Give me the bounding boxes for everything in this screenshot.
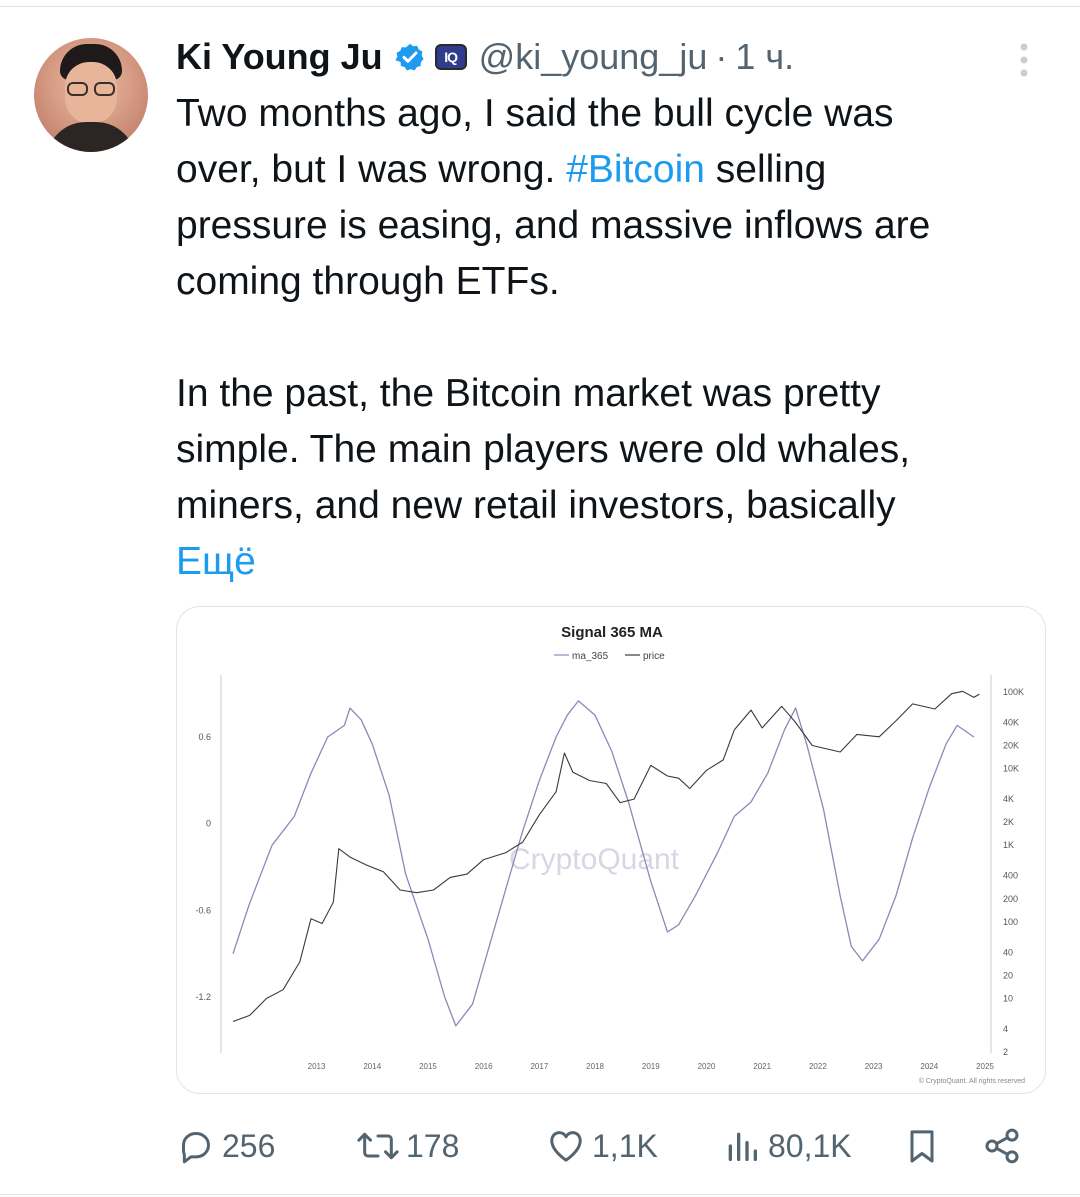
right-tick-label: 200 <box>1003 894 1018 904</box>
right-tick-label: 4K <box>1003 794 1014 804</box>
affiliation-badge-icon[interactable]: IQ <box>434 44 467 70</box>
retweet-icon <box>357 1132 399 1160</box>
tweet-media-chart[interactable]: Signal 365 MA ma_365 price CryptoQuant 2… <box>176 606 1046 1094</box>
tweet-line: over, but I was wrong. #Bitcoin selling <box>176 142 1056 198</box>
author-handle[interactable]: @ki_young_ju <box>479 36 708 78</box>
right-tick-label: 20 <box>1003 970 1013 980</box>
x-tick-label: 2020 <box>698 1062 716 1071</box>
x-tick-label: 2016 <box>475 1062 493 1071</box>
tweet-line-text: selling <box>704 148 827 191</box>
x-tick-label: 2024 <box>920 1062 938 1071</box>
author-name[interactable]: Ki Young Ju <box>176 36 383 78</box>
reply-button[interactable]: 256 <box>176 1120 275 1172</box>
affiliation-badge-label: IQ <box>444 49 458 65</box>
top-divider <box>0 6 1080 7</box>
left-tick-label: -0.6 <box>195 905 211 915</box>
avatar-glasses <box>65 82 117 96</box>
tweet-timestamp[interactable]: 1 ч. <box>735 36 794 78</box>
views-button[interactable]: 80,1K <box>722 1120 852 1172</box>
header-separator: · <box>715 36 728 77</box>
right-tick-label: 40K <box>1003 717 1019 727</box>
reply-count: 256 <box>222 1127 276 1164</box>
x-tick-label: 2018 <box>586 1062 604 1071</box>
bookmark-icon <box>910 1130 934 1163</box>
reply-icon <box>182 1132 210 1164</box>
tweet-line-text: over, but I was wrong. <box>176 148 567 191</box>
x-tick-label: 2013 <box>308 1062 326 1071</box>
show-more-link[interactable]: Ещё <box>176 534 1056 590</box>
x-tick-label: 2021 <box>753 1062 771 1071</box>
like-icon <box>550 1131 582 1162</box>
tweet-line: Two months ago, I said the bull cycle wa… <box>176 92 894 135</box>
right-tick-label: 2K <box>1003 817 1014 827</box>
like-button[interactable]: 1,1K <box>546 1120 658 1172</box>
x-tick-label: 2019 <box>642 1062 660 1071</box>
chart-legend: ma_365 price <box>554 651 665 662</box>
right-tick-label: 100 <box>1003 917 1018 927</box>
share-icon <box>985 1128 1019 1164</box>
like-count: 1,1K <box>592 1127 658 1164</box>
right-tick-label: 4 <box>1003 1024 1008 1034</box>
chart-watermark: CryptoQuant <box>509 843 680 876</box>
tweet-actions-bar: 256 178 1,1K 80,1K <box>176 1120 1036 1172</box>
right-tick-label: 1K <box>1003 840 1014 850</box>
x-tick-label: 2015 <box>419 1062 437 1071</box>
more-options-icon[interactable] <box>1016 42 1032 78</box>
tweet-line: miners, and new retail investors, basica… <box>176 484 896 527</box>
x-tick-label: 2017 <box>530 1062 548 1071</box>
right-tick-label: 2 <box>1003 1047 1008 1057</box>
tweet-line: pressure is easing, and massive inflows … <box>176 204 931 247</box>
right-tick-label: 40 <box>1003 947 1013 957</box>
x-tick-label: 2014 <box>363 1062 381 1071</box>
tweet-line: In the past, the Bitcoin market was pret… <box>176 372 881 415</box>
chart-copyright: © CryptoQuant. All rights reserved <box>919 1077 1025 1085</box>
bottom-divider <box>0 1194 1080 1195</box>
legend-label-ma365: ma_365 <box>572 651 609 662</box>
views-count: 80,1K <box>768 1127 852 1164</box>
left-tick-label: -1.2 <box>195 992 211 1002</box>
avatar[interactable] <box>34 38 148 152</box>
left-tick-label: 0.6 <box>198 732 211 742</box>
x-tick-label: 2023 <box>865 1062 883 1071</box>
legend-label-price: price <box>643 651 665 662</box>
avatar-body <box>46 122 136 152</box>
verified-badge-icon <box>395 43 424 71</box>
right-tick-label: 10 <box>1003 993 1013 1003</box>
right-tick-label: 400 <box>1003 871 1018 881</box>
views-icon <box>728 1132 757 1161</box>
tweet-header: Ki Young Ju IQ @ki_young_ju · 1 ч. <box>176 35 794 79</box>
right-tick-label: 100K <box>1003 687 1024 697</box>
x-tick-label: 2022 <box>809 1062 827 1071</box>
chart-svg: Signal 365 MA ma_365 price CryptoQuant 2… <box>195 624 1025 1085</box>
share-button[interactable] <box>982 1120 1022 1172</box>
tweet-text: Two months ago, I said the bull cycle wa… <box>176 86 1056 590</box>
x-tick-label: 2025 <box>976 1062 994 1071</box>
right-tick-label: 20K <box>1003 741 1019 751</box>
tweet-line: simple. The main players were old whales… <box>176 428 911 471</box>
tweet-line: coming through ETFs. <box>176 260 560 303</box>
retweet-button[interactable]: 178 <box>356 1120 459 1172</box>
chart-title: Signal 365 MA <box>561 624 663 641</box>
retweet-count: 178 <box>406 1127 460 1164</box>
left-tick-label: 0 <box>206 819 211 829</box>
right-tick-label: 10K <box>1003 764 1019 774</box>
hashtag-link[interactable]: #Bitcoin <box>566 148 705 191</box>
bookmark-button[interactable] <box>902 1120 942 1172</box>
